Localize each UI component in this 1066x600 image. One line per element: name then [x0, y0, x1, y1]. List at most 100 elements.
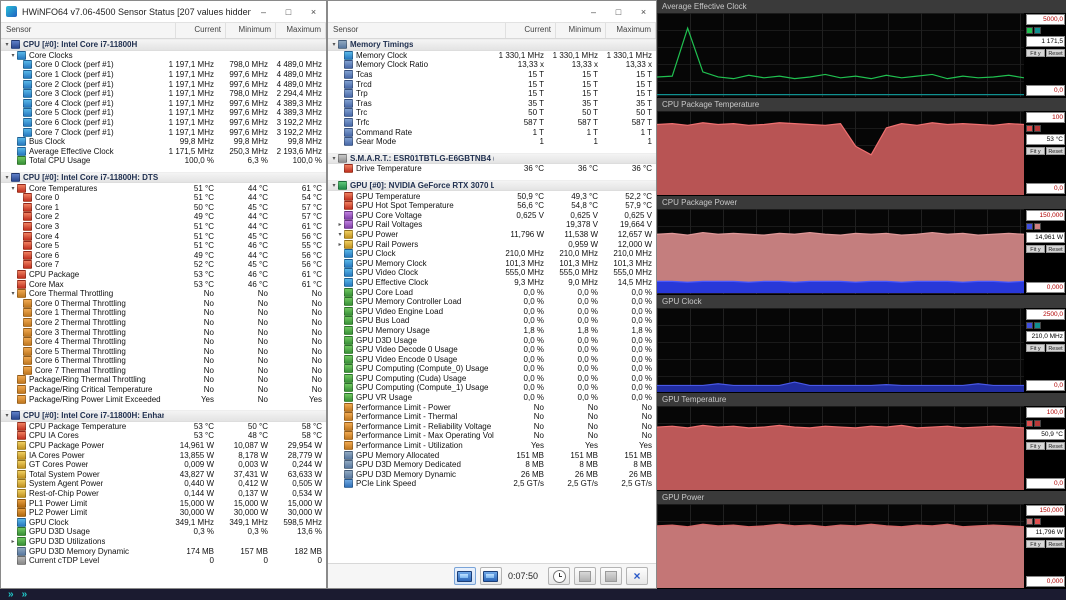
sensor-row[interactable]: GPU Computing (Cuda) Usage0,0 %0,0 %0,0 …	[328, 374, 656, 384]
fit-y-button[interactable]: Fit y	[1026, 442, 1045, 450]
sensor-row[interactable]: GPU VR Usage0,0 %0,0 %0,0 %	[328, 393, 656, 403]
sensor-row[interactable]: Core 451 °C45 °C56 °C	[1, 231, 326, 241]
sensor-row[interactable]: Performance Limit - ThermalNoNoNo	[328, 412, 656, 422]
sensor-row[interactable]: CPU Package Power14,961 W10,087 W29,954 …	[1, 441, 326, 451]
sensor-row[interactable]: Core 6 Thermal ThrottlingNoNoNo	[1, 356, 326, 366]
sensor-row[interactable]: PL2 Power Limit30,000 W30,000 W30,000 W	[1, 508, 326, 518]
reset-button[interactable]: Reset	[1046, 245, 1065, 253]
sensor-list[interactable]: ▾CPU [#0]: Intel Core i7-11800H▾Core Clo…	[1, 39, 326, 588]
sensor-row[interactable]: System Agent Power0,440 W0,412 W0,505 W	[1, 479, 326, 489]
graph-plot-area[interactable]	[657, 209, 1024, 293]
collapse-arrow-icon[interactable]: ▾	[330, 155, 338, 162]
sensor-row[interactable]: Total CPU Usage100,0 %6,3 %100,0 %	[1, 156, 326, 166]
collapse-arrow-icon[interactable]: ▾	[330, 182, 338, 189]
close-sensors-button[interactable]: ×	[626, 567, 648, 585]
sensor-row[interactable]: ▾GPU Power11,796 W11,538 W12,657 W	[328, 230, 656, 240]
sensor-section-header[interactable]: ▾Memory Timings	[328, 39, 656, 51]
sensor-row[interactable]: Tcas15 T15 T15 T	[328, 70, 656, 80]
fit-y-button[interactable]: Fit y	[1026, 245, 1045, 253]
sensor-row[interactable]: Core 2 Thermal ThrottlingNoNoNo	[1, 318, 326, 328]
close-button[interactable]: ×	[301, 1, 326, 22]
sensor-section-header[interactable]: ▾CPU [#0]: Intel Core i7-11800H	[1, 39, 326, 51]
column-sensor[interactable]: Sensor	[328, 23, 506, 38]
reset-button[interactable]: Reset	[1046, 442, 1065, 450]
titlebar[interactable]: HWiNFO64 v7.06-4500 Sensor Status [207 v…	[1, 1, 326, 22]
sensor-row[interactable]: Core Max53 °C46 °C61 °C	[1, 279, 326, 289]
column-current[interactable]: Current	[176, 23, 226, 38]
sensor-row[interactable]: Tras35 T35 T35 T	[328, 99, 656, 109]
graph-plot-area[interactable]	[657, 111, 1024, 195]
taskbar[interactable]: » »	[0, 589, 1066, 600]
sensor-row[interactable]: GPU Video Decode 0 Usage0,0 %0,0 %0,0 %	[328, 345, 656, 355]
taskbar-app-icon-1[interactable]: »	[8, 590, 14, 600]
graph-title[interactable]: Average Effective Clock	[657, 0, 1066, 13]
sensor-row[interactable]: GPU D3D Memory Dedicated8 MB8 MB8 MB	[328, 460, 656, 470]
sensor-row[interactable]: Core 4 Thermal ThrottlingNoNoNo	[1, 337, 326, 347]
sensor-section-header[interactable]: ▾GPU [#0]: NVIDIA GeForce RTX 3070 Lapto…	[328, 180, 656, 192]
minimize-button[interactable]: –	[251, 1, 276, 22]
sensor-row[interactable]: Package/Ring Critical TemperatureNoNoNo	[1, 385, 326, 395]
column-maximum[interactable]: Maximum	[606, 23, 656, 38]
sensor-row[interactable]: ▸GPU D3D Utilizations	[1, 537, 326, 547]
sensor-row[interactable]: GPU Video Clock555,0 MHz555,0 MHz555,0 M…	[328, 268, 656, 278]
sensor-row[interactable]: GPU Memory Usage1,8 %1,8 %1,8 %	[328, 326, 656, 336]
sensor-row[interactable]: PCIe Link Speed2,5 GT/s2,5 GT/s2,5 GT/s	[328, 479, 656, 489]
sensor-row[interactable]: GPU Memory Controller Load0,0 %0,0 %0,0 …	[328, 297, 656, 307]
sensor-row[interactable]: Trcd15 T15 T15 T	[328, 79, 656, 89]
column-minimum[interactable]: Minimum	[556, 23, 606, 38]
collapse-arrow-icon[interactable]: ▾	[330, 41, 338, 48]
sensor-row[interactable]: GPU Clock349,1 MHz349,1 MHz598,5 MHz	[1, 518, 326, 528]
sensor-row[interactable]: Package/Ring Thermal ThrottlingNoNoNo	[1, 375, 326, 385]
graph-plot-area[interactable]	[657, 13, 1024, 97]
graph-title[interactable]: CPU Package Temperature	[657, 98, 1066, 111]
collapse-arrow-icon[interactable]: ▾	[9, 52, 17, 59]
reset-button[interactable]: Reset	[1046, 147, 1065, 155]
fit-y-button[interactable]: Fit y	[1026, 540, 1045, 548]
sensor-row[interactable]: CPU Package Temperature53 °C50 °C58 °C	[1, 422, 326, 432]
taskbar-app-icon-2[interactable]: »	[22, 590, 28, 600]
reset-button[interactable]: Reset	[1046, 540, 1065, 548]
sensor-row[interactable]: GPU Hot Spot Temperature56,6 °C54,8 °C57…	[328, 201, 656, 211]
sensor-row[interactable]: Core 5 Thermal ThrottlingNoNoNo	[1, 346, 326, 356]
sensor-row[interactable]: Core 649 °C44 °C56 °C	[1, 250, 326, 260]
sensor-row[interactable]: ▾Core Temperatures51 °C44 °C61 °C	[1, 183, 326, 193]
sensor-row[interactable]: Core 3 Thermal ThrottlingNoNoNo	[1, 327, 326, 337]
sensor-row[interactable]: Total System Power43,827 W37,431 W63,633…	[1, 470, 326, 480]
sensor-row[interactable]: Performance Limit - PowerNoNoNo	[328, 402, 656, 412]
sensor-row[interactable]: Core 249 °C44 °C57 °C	[1, 212, 326, 222]
column-current[interactable]: Current	[506, 23, 556, 38]
sensor-row[interactable]: GT Cores Power0,009 W0,003 W0,244 W	[1, 460, 326, 470]
sensor-row[interactable]: Package/Ring Power Limit ExceededYesNoYe…	[1, 394, 326, 404]
expand-arrow-icon[interactable]: ▸	[336, 241, 344, 248]
settings-button[interactable]	[574, 567, 596, 585]
graph-plot-area[interactable]	[657, 504, 1024, 588]
sensor-row[interactable]: Core 1 Clock (perf #1)1 197,1 MHz997,6 M…	[1, 70, 326, 80]
reset-button[interactable]: Reset	[1046, 344, 1065, 352]
collapse-arrow-icon[interactable]: ▾	[3, 412, 11, 419]
sensor-row[interactable]: Memory Clock Ratio13,33 x13,33 x13,33 x	[328, 60, 656, 70]
graph-title[interactable]: CPU Package Power	[657, 196, 1066, 209]
fit-y-button[interactable]: Fit y	[1026, 344, 1045, 352]
sensor-row[interactable]: Core 3 Clock (perf #1)1 197,1 MHz798,0 M…	[1, 89, 326, 99]
titlebar[interactable]: – □ ×	[328, 1, 656, 22]
column-minimum[interactable]: Minimum	[226, 23, 276, 38]
graph-plot-area[interactable]	[657, 308, 1024, 392]
sensor-section-header[interactable]: ▾S.M.A.R.T.: ESR01TBTLG-E6GBTNB4 (BE8007…	[328, 153, 656, 165]
close-button[interactable]: ×	[631, 1, 656, 22]
logging-button[interactable]	[600, 567, 622, 585]
sensor-row[interactable]: GPU Video Engine Load0,0 %0,0 %0,0 %	[328, 306, 656, 316]
reset-button[interactable]: Reset	[1046, 49, 1065, 57]
sensor-row[interactable]: CPU IA Cores53 °C48 °C58 °C	[1, 431, 326, 441]
sensor-row[interactable]: Core 752 °C45 °C56 °C	[1, 260, 326, 270]
fit-y-button[interactable]: Fit y	[1026, 49, 1045, 57]
sensor-row[interactable]: Core 351 °C44 °C61 °C	[1, 222, 326, 232]
column-sensor[interactable]: Sensor	[1, 23, 176, 38]
sensor-row[interactable]: Core 7 Clock (perf #1)1 197,1 MHz997,6 M…	[1, 127, 326, 137]
collapse-arrow-icon[interactable]: ▾	[9, 290, 17, 297]
collapse-arrow-icon[interactable]: ▾	[9, 185, 17, 192]
sensor-row[interactable]: Performance Limit - Reliability VoltageN…	[328, 422, 656, 432]
maximize-button[interactable]: □	[606, 1, 631, 22]
sensor-row[interactable]: GPU D3D Memory Dynamic174 MB157 MB182 MB	[1, 546, 326, 556]
graph-title[interactable]: GPU Clock	[657, 295, 1066, 308]
sensor-row[interactable]: GPU D3D Usage0,0 %0,0 %0,0 %	[328, 335, 656, 345]
